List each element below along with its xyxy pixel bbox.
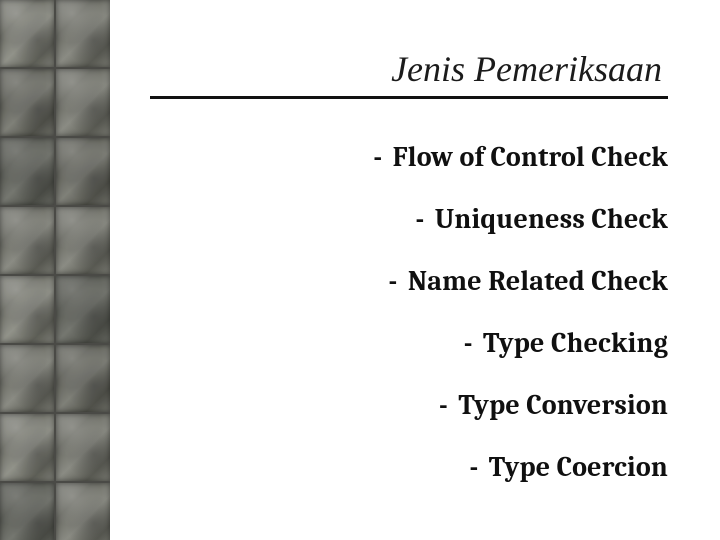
list-item: - Type Conversion [150, 389, 668, 421]
item-text: Type Checking [483, 327, 668, 359]
stone-tile [56, 0, 110, 67]
stone-tile [0, 207, 54, 274]
stone-tile [0, 276, 54, 343]
stone-tile [0, 414, 54, 481]
bullet-dash: - [415, 203, 424, 235]
list-item: - Type Checking [150, 327, 668, 359]
stone-tile [56, 414, 110, 481]
list-item: - Type Coercion [150, 451, 668, 483]
stone-tile [56, 207, 110, 274]
bullet-dash: - [389, 265, 398, 297]
item-text: Type Conversion [458, 389, 668, 421]
bullet-dash: - [373, 141, 382, 173]
stone-tile [0, 138, 54, 205]
list-item: - Flow of Control Check [150, 141, 668, 173]
bullet-dash: - [469, 451, 478, 483]
bullet-dash: - [464, 327, 473, 359]
bullet-dash: - [439, 389, 448, 421]
stone-tile [56, 345, 110, 412]
list-item: - Uniqueness Check [150, 203, 668, 235]
slide: Jenis Pemeriksaan - Flow of Control Chec… [0, 0, 720, 540]
item-text: Type Coercion [489, 451, 668, 483]
stone-tile [0, 483, 54, 540]
item-text: Name Related Check [408, 265, 668, 297]
stone-tile [56, 483, 110, 540]
stone-tile [0, 345, 54, 412]
content-area: Jenis Pemeriksaan - Flow of Control Chec… [110, 0, 720, 540]
item-text: Uniqueness Check [435, 203, 668, 235]
slide-title: Jenis Pemeriksaan [150, 48, 668, 99]
item-text: Flow of Control Check [393, 141, 668, 173]
decorative-stone-sidebar [0, 0, 110, 540]
stone-tile [56, 276, 110, 343]
list-item: - Name Related Check [150, 265, 668, 297]
check-type-list: - Flow of Control Check - Uniqueness Che… [150, 141, 668, 483]
stone-tile [56, 138, 110, 205]
stone-tile [0, 69, 54, 136]
stone-tile [56, 69, 110, 136]
stone-tile [0, 0, 54, 67]
